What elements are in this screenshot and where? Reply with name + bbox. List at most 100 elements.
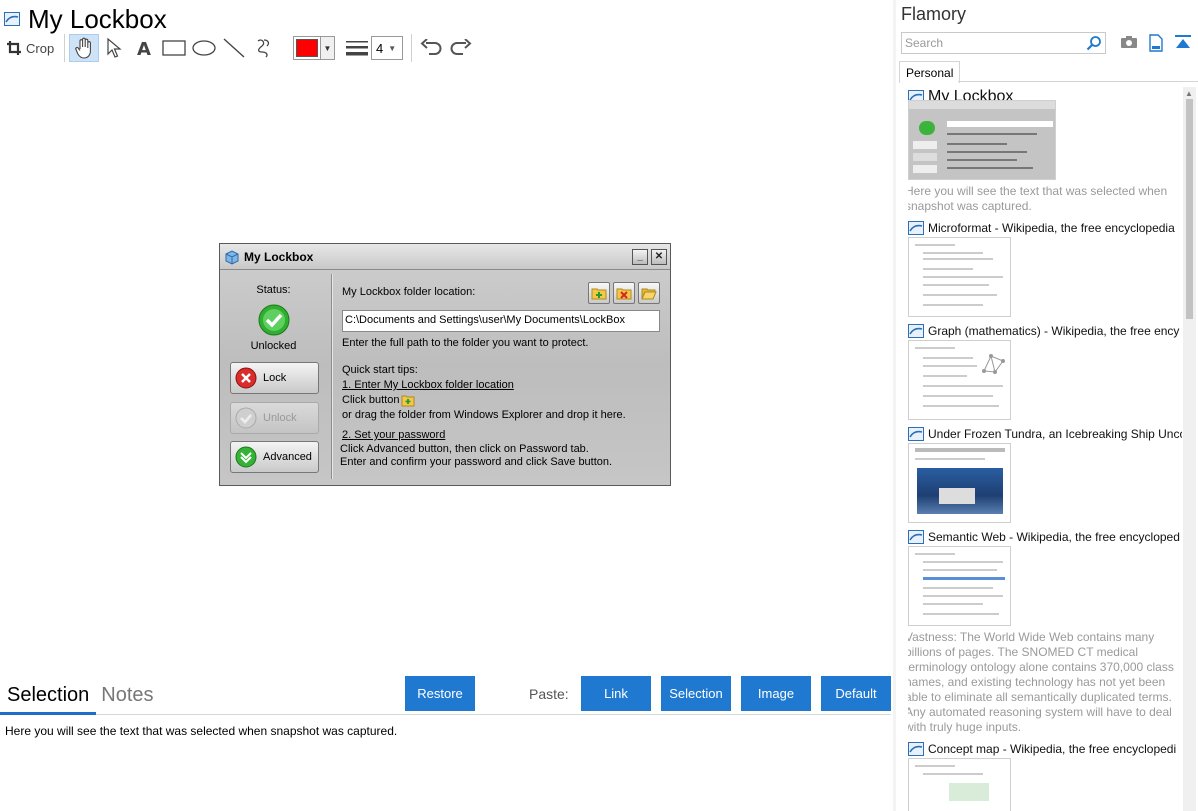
folder-buttons: [588, 282, 660, 304]
dialog-status-column: Status: Unlocked Lock Unlock Advanced: [226, 276, 331, 476]
lockbox-app-icon: [225, 249, 239, 265]
selection-tabs: Selection Notes: [7, 684, 154, 707]
snapshot-icon: [908, 427, 924, 441]
item-title: Under Frozen Tundra, an Icebreaking Ship…: [928, 427, 1182, 441]
scroll-up-icon[interactable]: ▲: [1185, 89, 1193, 98]
item-snippet: Here you will see the text that was sele…: [908, 184, 1168, 213]
tips-step1: 1. Enter My Lockbox folder location: [342, 379, 514, 391]
tips-line-b: Enter and confirm your password and clic…: [340, 456, 613, 468]
pointer-icon: [107, 38, 122, 58]
paste-link-button[interactable]: Link: [581, 676, 651, 711]
flamory-panel: Flamory Search Personal My Lockbox Here …: [896, 0, 1198, 811]
line-width-icon-wrap: [343, 34, 371, 62]
item-thumbnail: [908, 100, 1056, 180]
tabs-divider: [0, 714, 891, 715]
annotation-toolbar: Crop A ▼ 4 ▼: [4, 33, 476, 63]
text-tool-button[interactable]: A: [129, 34, 159, 62]
remove-folder-icon: [613, 282, 635, 304]
search-placeholder: Search: [905, 36, 944, 50]
crop-button[interactable]: Crop: [4, 34, 60, 62]
selection-text[interactable]: Here you will see the text that was sele…: [5, 724, 397, 738]
item-header: Under Frozen Tundra, an Icebreaking Ship…: [908, 426, 1182, 442]
close-icon: ✕: [651, 248, 667, 265]
item-snippet: Vastness: The World Wide Web contains ma…: [908, 630, 1174, 734]
minimize-icon: _: [632, 248, 648, 265]
chevron-down-icon: ▼: [388, 43, 397, 53]
flamory-title: Flamory: [901, 4, 967, 24]
advanced-label: Advanced: [263, 451, 312, 463]
advanced-button: Advanced: [230, 441, 319, 473]
ellipse-tool-button[interactable]: [189, 34, 219, 62]
tab-personal[interactable]: Personal: [899, 61, 961, 83]
tips-heading: Quick start tips:: [342, 364, 418, 376]
freehand-tool-button[interactable]: [249, 34, 279, 62]
item-title: Graph (mathematics) - Wikipedia, the fre…: [928, 324, 1180, 338]
item-title: Concept map - Wikipedia, the free encycl…: [928, 742, 1177, 756]
add-folder-icon: [401, 395, 415, 407]
item-header: Microformat - Wikipedia, the free encycl…: [908, 220, 1182, 236]
lockbox-dialog-image: My Lockbox _ ✕ Status: Unlocked Lock Unl…: [219, 243, 671, 486]
add-folder-icon: [588, 282, 610, 304]
item-thumbnail: [908, 546, 1011, 626]
dialog-titlebar: My Lockbox _ ✕: [220, 244, 670, 270]
hand-tool-button[interactable]: [69, 34, 99, 62]
hand-icon: [75, 37, 91, 59]
paste-image-button[interactable]: Image: [741, 676, 811, 711]
list-item[interactable]: My Lockbox Here you will see the text th…: [908, 87, 1182, 214]
crop-icon: [7, 41, 21, 55]
selection-panel: Selection Notes Restore Paste: Link Sele…: [0, 676, 893, 811]
line-width-value: 4: [376, 40, 384, 56]
tips-step2: 2. Set your password: [342, 429, 446, 441]
unlock-label: Unlock: [263, 412, 297, 424]
chevron-down-icon: ▼: [320, 37, 334, 59]
rectangle-tool-button[interactable]: [159, 34, 189, 62]
advanced-chevron-icon: [235, 446, 257, 468]
list-item[interactable]: Semantic Web - Wikipedia, the free encyc…: [908, 529, 1182, 735]
undo-button[interactable]: [416, 34, 446, 62]
active-tab-indicator: [0, 712, 96, 715]
item-thumbnail: [908, 340, 1011, 420]
line-icon: [223, 38, 245, 58]
tips-click-row: Click button: [342, 393, 626, 408]
status-value: Unlocked: [250, 340, 297, 352]
item-thumbnail: [908, 758, 1011, 811]
line-width-select[interactable]: 4 ▼: [371, 36, 403, 60]
tab-notes[interactable]: Notes: [101, 684, 153, 707]
item-thumbnail: [908, 237, 1011, 317]
list-item[interactable]: Graph (mathematics) - Wikipedia, the fre…: [908, 323, 1182, 420]
paste-default-button[interactable]: Default: [821, 676, 891, 711]
tab-selection[interactable]: Selection: [7, 684, 89, 707]
collapse-up-icon[interactable]: [1174, 34, 1192, 52]
paste-label: Paste:: [529, 686, 569, 702]
redo-button[interactable]: [446, 34, 476, 62]
restore-button[interactable]: Restore: [405, 676, 475, 711]
item-header: Semantic Web - Wikipedia, the free encyc…: [908, 529, 1182, 545]
page-icon[interactable]: [1148, 34, 1164, 52]
list-item[interactable]: Microformat - Wikipedia, the free encycl…: [908, 220, 1182, 317]
scrollbar[interactable]: ▲: [1183, 87, 1196, 811]
snapshot-icon: [908, 530, 924, 544]
crop-label: Crop: [26, 40, 55, 56]
camera-icon[interactable]: [1120, 34, 1138, 50]
item-title: Microformat - Wikipedia, the free encycl…: [928, 221, 1175, 235]
item-title: Semantic Web - Wikipedia, the free encyc…: [928, 530, 1180, 544]
search-icon[interactable]: [1086, 35, 1102, 51]
list-item[interactable]: Under Frozen Tundra, an Icebreaking Ship…: [908, 426, 1182, 523]
snapshot-icon: [908, 324, 924, 338]
lock-button: Lock: [230, 362, 319, 394]
tips-click-button: Click button: [342, 394, 400, 406]
paste-selection-button[interactable]: Selection: [661, 676, 731, 711]
search-input[interactable]: Search: [901, 32, 1106, 54]
page-title: My Lockbox: [28, 4, 167, 34]
list-item[interactable]: Concept map - Wikipedia, the free encycl…: [908, 741, 1182, 811]
unlock-button: Unlock: [230, 402, 319, 434]
lock-label: Lock: [263, 372, 287, 384]
line-tool-button[interactable]: [219, 34, 249, 62]
ellipse-icon: [192, 40, 216, 56]
select-tool-button[interactable]: [99, 34, 129, 62]
scrollbar-thumb[interactable]: [1186, 99, 1193, 319]
snapshot-icon: [908, 221, 924, 235]
color-picker[interactable]: ▼: [293, 36, 335, 60]
unlock-check-icon: [235, 407, 257, 429]
snapshot-icon: [908, 742, 924, 756]
